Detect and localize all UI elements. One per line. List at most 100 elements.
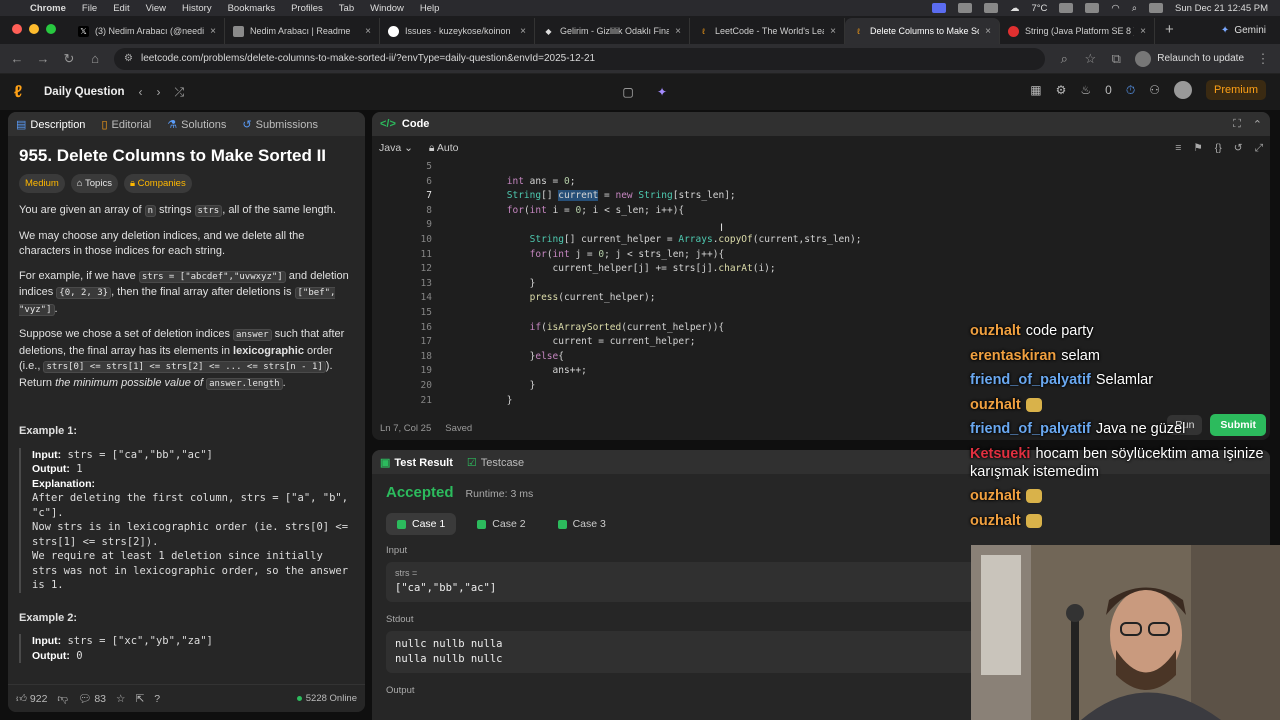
back-icon[interactable]: ← xyxy=(10,51,24,66)
notes-icon[interactable]: ▢ xyxy=(618,82,638,102)
streak-icon[interactable]: ♨ xyxy=(1080,83,1091,97)
battery-icon[interactable] xyxy=(1085,3,1100,13)
share-icon[interactable]: ⇱ xyxy=(135,693,144,705)
close-tab-icon[interactable]: × xyxy=(1140,26,1146,37)
relaunch-button[interactable]: Relaunch to update xyxy=(1135,50,1244,67)
close-tab-icon[interactable]: × xyxy=(210,26,216,37)
code-line[interactable]: 5 xyxy=(372,160,1252,175)
code-line[interactable]: 13 } xyxy=(372,277,1252,292)
site-info-icon[interactable]: ⚙ xyxy=(124,53,133,64)
url-field[interactable]: ⚙ leetcode.com/problems/delete-columns-t… xyxy=(114,47,1046,70)
browser-tab-active[interactable]: ℓ Delete Columns to Make Sor × xyxy=(845,18,1000,44)
topics-badge[interactable]: ⌂ Topics xyxy=(70,173,118,193)
menu-profiles[interactable]: Profiles xyxy=(291,3,323,14)
menu-window[interactable]: Window xyxy=(370,3,404,14)
browser-tab[interactable]: String (Java Platform SE 8 ) × xyxy=(1000,18,1155,44)
like-button[interactable]: 👍︎ 922 xyxy=(16,692,47,705)
reset-icon[interactable]: ↺ xyxy=(1234,142,1243,155)
forward-icon[interactable]: → xyxy=(36,51,50,66)
bluetooth-icon[interactable] xyxy=(1059,3,1074,13)
menu-bookmarks[interactable]: Bookmarks xyxy=(228,3,276,14)
new-tab-button[interactable]: + xyxy=(1155,21,1184,44)
tab-description[interactable]: ▤ Description xyxy=(16,118,85,131)
weather-icon[interactable]: ☁ xyxy=(1010,3,1020,14)
settings-icon[interactable]: ⚙ xyxy=(1056,83,1067,97)
comments-button[interactable]: 💬︎ 83 xyxy=(78,692,106,705)
status-icon[interactable] xyxy=(957,3,972,13)
premium-button[interactable]: Premium xyxy=(1205,80,1266,100)
tab-test-result[interactable]: ▣ Test Result xyxy=(380,456,453,469)
close-tab-icon[interactable]: × xyxy=(365,26,371,37)
reload-icon[interactable]: ↻ xyxy=(62,51,76,67)
code-line[interactable]: 15 xyxy=(372,306,1252,321)
menu-edit[interactable]: Edit xyxy=(113,3,129,14)
collapse-icon[interactable]: ⌃ xyxy=(1253,118,1262,131)
leetcode-logo-icon[interactable]: ℓ xyxy=(14,83,30,101)
browser-tab[interactable]: Issues · kuzeykose/koinon × xyxy=(380,18,535,44)
code-line[interactable]: 10 String[] current_helper = Arrays.copy… xyxy=(372,233,1252,248)
close-tab-icon[interactable]: × xyxy=(830,26,836,37)
browser-tab[interactable]: ◆ Gelirim - Gizlilik Odaklı Finan × xyxy=(535,18,690,44)
code-line[interactable]: 12 current_helper[j] += strs[j].charAt(i… xyxy=(372,262,1252,277)
more-menu-icon[interactable]: ⋮ xyxy=(1256,51,1270,67)
code-line[interactable]: 7 String[] current = new String[strs_len… xyxy=(372,189,1252,204)
prev-problem-icon[interactable]: ‹ xyxy=(139,85,143,99)
menubar-datetime[interactable]: Sun Dec 21 12:45 PM xyxy=(1175,3,1268,14)
browser-tab[interactable]: ℓ LeetCode - The World's Lea × xyxy=(690,18,845,44)
menu-help[interactable]: Help xyxy=(420,3,440,14)
case-tab[interactable]: Case 2 xyxy=(466,513,536,535)
add-friend-icon[interactable]: ⚇ xyxy=(1149,83,1160,97)
code-line[interactable]: 6 int ans = 0; xyxy=(372,175,1252,190)
browser-tab[interactable]: 𝕏 (3) Nedim Arabacı (@needim × xyxy=(70,18,225,44)
timer-icon[interactable]: ⏱ xyxy=(1126,83,1135,98)
minimize-window-button[interactable] xyxy=(29,24,39,34)
favorite-star-icon[interactable]: ☆ xyxy=(116,693,125,705)
braces-icon[interactable]: {} xyxy=(1215,142,1222,155)
companies-badge[interactable]: 🔒︎ Companies xyxy=(123,173,192,193)
format-icon[interactable]: ≡ xyxy=(1175,142,1181,155)
home-icon[interactable]: ⌂ xyxy=(88,51,102,66)
help-icon[interactable]: ? xyxy=(154,693,160,705)
bookmark-icon[interactable]: ⚑ xyxy=(1193,142,1202,155)
tab-submissions[interactable]: ↺ Submissions xyxy=(242,118,318,131)
expand-icon[interactable]: ⤢ xyxy=(1255,142,1263,155)
language-select[interactable]: Java ⌄ xyxy=(379,142,413,154)
shuffle-icon[interactable]: ⤮ xyxy=(175,85,185,100)
tab-editorial[interactable]: ▯ Editorial xyxy=(101,118,151,131)
next-problem-icon[interactable]: › xyxy=(157,85,161,99)
menu-file[interactable]: File xyxy=(82,3,97,14)
menu-history[interactable]: History xyxy=(182,3,212,14)
search-icon[interactable]: ⌕ xyxy=(1132,3,1137,14)
code-line[interactable]: 14 press(current_helper); xyxy=(372,291,1252,306)
tab-testcase[interactable]: ☑ Testcase xyxy=(467,456,524,469)
menu-view[interactable]: View xyxy=(146,3,166,14)
close-window-button[interactable] xyxy=(12,24,22,34)
dislike-icon[interactable]: 👎︎ xyxy=(57,692,68,705)
zoom-window-button[interactable] xyxy=(46,24,56,34)
status-icon[interactable] xyxy=(983,3,998,13)
extensions-icon[interactable]: ⧉ xyxy=(1109,51,1123,67)
gemini-button[interactable]: ✦ Gemini xyxy=(1215,22,1272,39)
ai-assist-icon[interactable]: ✦ xyxy=(652,82,672,102)
close-tab-icon[interactable]: × xyxy=(985,26,991,37)
case-tab[interactable]: Case 1 xyxy=(386,513,457,535)
code-line[interactable]: 8 for(int i = 0; i < s_len; i++){ xyxy=(372,204,1252,219)
user-avatar[interactable] xyxy=(1173,81,1192,99)
case-tab[interactable]: Case 3 xyxy=(547,513,617,535)
tab-solutions[interactable]: ⚗ Solutions xyxy=(167,118,226,131)
fullscreen-icon[interactable]: ⛶ xyxy=(1233,118,1241,131)
daily-question-link[interactable]: Daily Question xyxy=(44,86,125,98)
menu-tab[interactable]: Tab xyxy=(339,3,354,14)
zoom-icon[interactable]: ⌕ xyxy=(1057,51,1071,67)
control-center-icon[interactable] xyxy=(1149,3,1164,13)
browser-tab[interactable]: Nedim Arabacı | Readme × xyxy=(225,18,380,44)
menu-app[interactable]: Chrome xyxy=(30,3,66,14)
close-tab-icon[interactable]: × xyxy=(520,26,526,37)
autocomplete-mode[interactable]: 🔒︎ Auto xyxy=(429,142,459,155)
bookmark-star-icon[interactable]: ☆ xyxy=(1083,51,1097,67)
layout-icon[interactable]: ▦ xyxy=(1030,83,1041,97)
code-line[interactable]: 11 for(int j = 0; j < strs_len; j++){ xyxy=(372,248,1252,263)
wifi-icon[interactable]: ◠ xyxy=(1111,3,1119,14)
code-line[interactable]: 9 xyxy=(372,218,1252,233)
screen-share-icon[interactable] xyxy=(931,3,946,13)
